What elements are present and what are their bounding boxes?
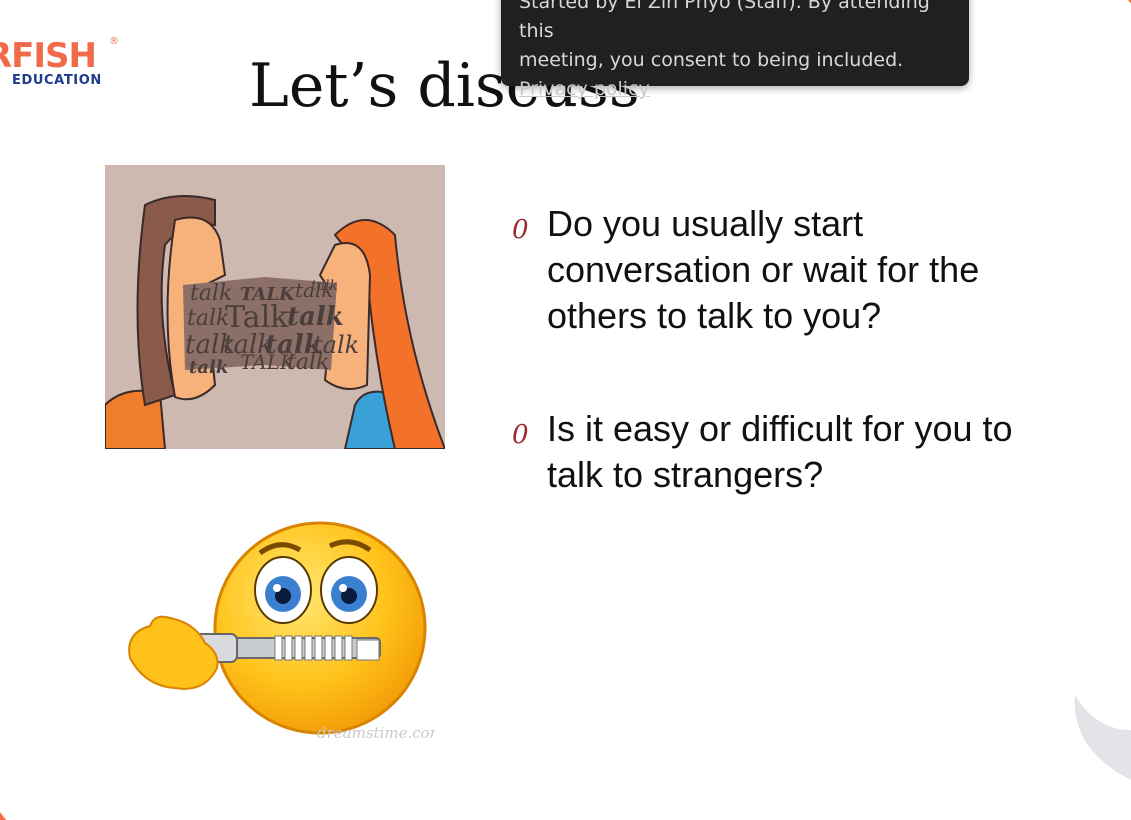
slide-canvas: RFISH ® EDUCATION Let’s discuss talk TAL… <box>0 0 1131 820</box>
recording-consent-notification: Started by Ei Zin Phyo (Staff). By atten… <box>501 0 969 100</box>
talk-word: talk <box>287 350 329 375</box>
bullet-item: 0 Do you usually start conversation or w… <box>512 201 1072 339</box>
talk-word: talk <box>187 306 229 331</box>
talk-word: talk <box>311 278 338 294</box>
decorative-shape-gray <box>1074 690 1131 780</box>
bullet-text: Is it easy or difficult for you to talk … <box>547 408 1013 495</box>
bullet-item: 0 Is it easy or difficult for you to tal… <box>512 406 1072 498</box>
decorative-shape-corner <box>0 812 6 820</box>
notification-text-line: meeting, you consent to being included. <box>519 49 904 71</box>
talk-word: talk <box>189 357 228 378</box>
image-watermark: dreamstime.com <box>317 724 435 742</box>
zipper-mouth-emoji-icon: dreamstime.com <box>128 521 444 742</box>
talking-people-illustration: talk TALK talk talk Talk talk talk talk … <box>105 165 445 449</box>
bullet-text: Do you usually start conversation or wai… <box>547 203 980 336</box>
decorative-shape-orange <box>1128 0 1131 4</box>
notification-text-line: Started by Ei Zin Phyo (Staff). By atten… <box>519 0 930 42</box>
bullet-marker: 0 <box>512 215 529 245</box>
logo-registered-mark: ® <box>109 36 119 47</box>
logo-text: RFISH <box>0 36 97 76</box>
privacy-policy-link[interactable]: Privacy policy <box>519 78 650 100</box>
logo-subtitle: EDUCATION <box>12 73 102 88</box>
bullet-marker: 0 <box>512 420 529 450</box>
zipper-mouth-emoji-image: dreamstime.com <box>125 518 444 750</box>
talking-people-image: talk TALK talk talk Talk talk talk talk … <box>105 165 445 449</box>
talk-word: talk <box>287 302 344 332</box>
company-logo: RFISH ® EDUCATION <box>0 36 125 92</box>
